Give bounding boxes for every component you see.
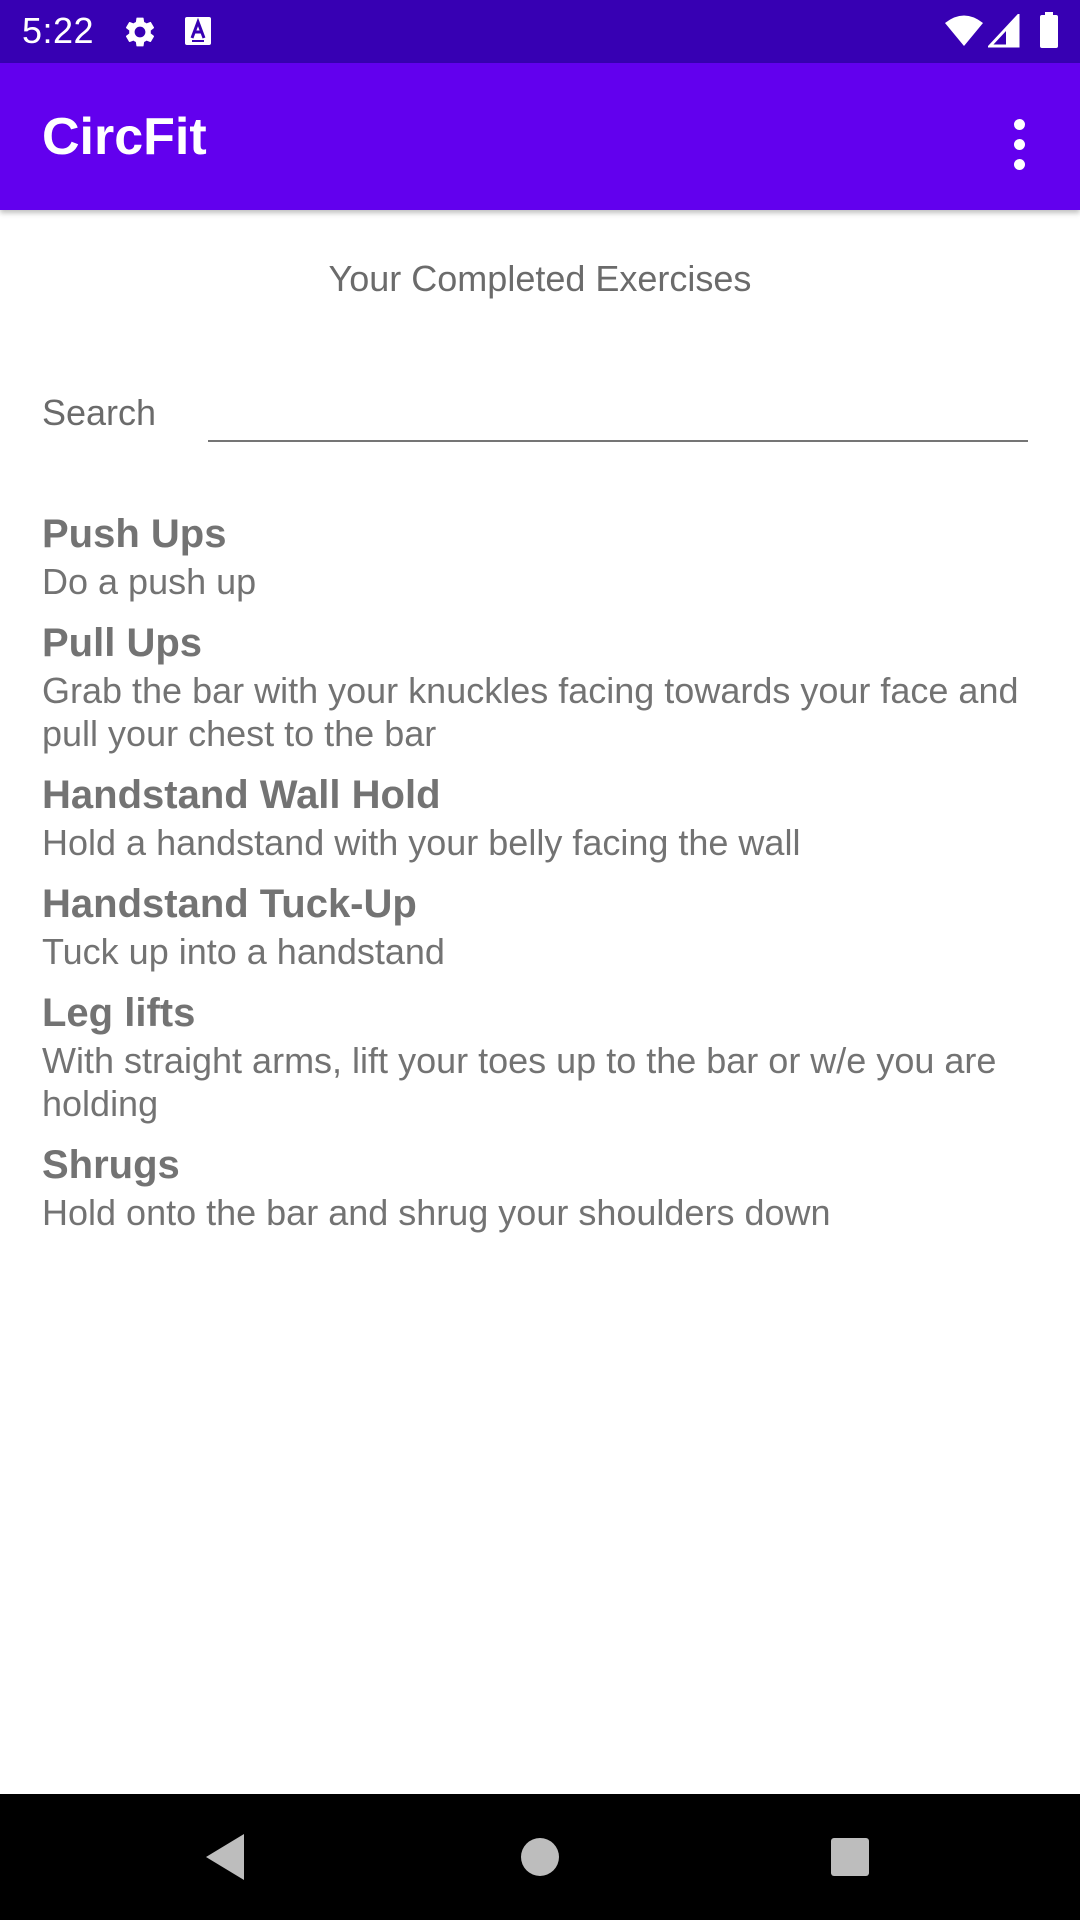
exercise-description: Hold a handstand with your belly facing … xyxy=(42,822,801,863)
exercise-item[interactable]: Pull Ups Grab the bar with your knuckles… xyxy=(42,617,1042,755)
gear-icon xyxy=(122,14,158,55)
recents-button[interactable] xyxy=(810,1824,890,1890)
page-title: Your Completed Exercises xyxy=(328,258,752,299)
app-title: CircFit xyxy=(42,108,207,166)
text-a-icon xyxy=(184,16,212,51)
search-label: Search xyxy=(42,392,157,433)
exercise-name: Push Ups xyxy=(42,512,227,556)
status-bar: 5:22 xyxy=(0,0,1080,63)
more-vert-icon xyxy=(1014,119,1025,130)
more-options-button[interactable] xyxy=(960,87,1080,187)
wifi-icon xyxy=(944,14,984,53)
exercise-item[interactable]: Handstand Tuck-Up Tuck up into a handsta… xyxy=(42,878,1042,973)
exercise-description: Hold onto the bar and shrug your shoulde… xyxy=(42,1192,831,1233)
screen: 5:22 CircFit Your Completed Exercises Se… xyxy=(0,0,1080,1920)
exercise-item[interactable]: Leg lifts With straight arms, lift your … xyxy=(42,987,1042,1125)
exercise-item[interactable]: Handstand Wall Hold Hold a handstand wit… xyxy=(42,769,1042,864)
exercise-description: Tuck up into a handstand xyxy=(42,931,445,972)
home-icon xyxy=(521,1838,559,1876)
exercise-item[interactable]: Push Ups Do a push up xyxy=(42,508,1042,603)
battery-icon xyxy=(1040,12,1058,53)
exercise-description: With straight arms, lift your toes up to… xyxy=(42,1040,997,1124)
exercise-name: Handstand Tuck-Up xyxy=(42,882,417,926)
exercise-name: Pull Ups xyxy=(42,621,203,665)
signal-icon xyxy=(986,12,1020,53)
exercise-description: Do a push up xyxy=(42,561,257,602)
recents-icon xyxy=(831,1838,869,1876)
status-time: 5:22 xyxy=(22,10,95,51)
exercise-name: Handstand Wall Hold xyxy=(42,773,441,817)
exercise-list: Push Ups Do a push up Pull Ups Grab the … xyxy=(42,508,1042,1248)
home-button[interactable] xyxy=(500,1824,580,1890)
back-icon xyxy=(206,1834,244,1880)
app-bar: CircFit xyxy=(0,63,1080,210)
search-input[interactable] xyxy=(208,378,1028,442)
more-vert-icon-dot xyxy=(1014,139,1025,150)
exercise-name: Leg lifts xyxy=(42,991,196,1035)
exercise-name: Shrugs xyxy=(42,1143,180,1187)
back-button[interactable] xyxy=(186,1824,266,1890)
exercise-item[interactable]: Shrugs Hold onto the bar and shrug your … xyxy=(42,1139,1042,1234)
navigation-bar xyxy=(0,1794,1080,1920)
exercise-description: Grab the bar with your knuckles facing t… xyxy=(42,670,1019,754)
more-vert-icon-dot xyxy=(1014,159,1025,170)
